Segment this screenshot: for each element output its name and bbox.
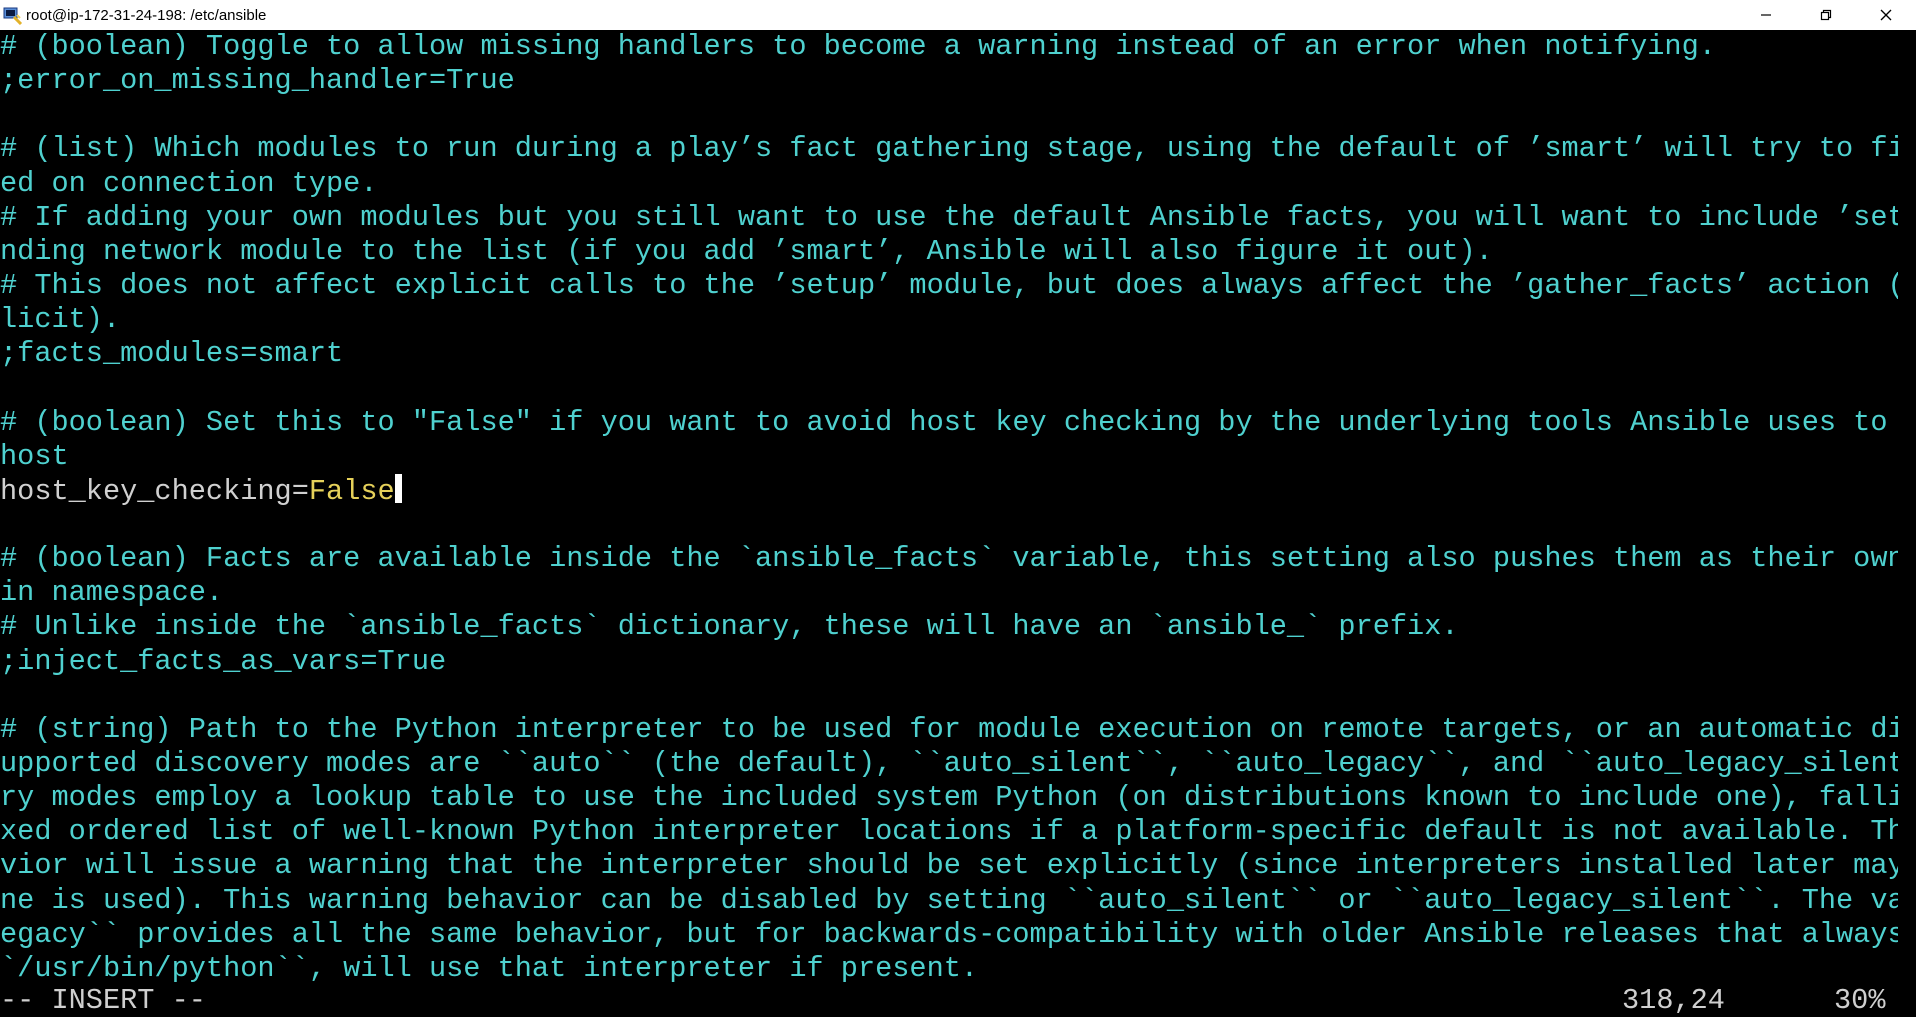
buffer-line: ne is used). This warning behavior can b… (0, 883, 1898, 917)
buffer-line (0, 371, 1898, 405)
buffer-line: # (boolean) Facts are available inside t… (0, 542, 1898, 576)
scrollbar[interactable] (1898, 30, 1916, 997)
buffer-line: ;facts_modules=smart (0, 337, 344, 371)
cursor-position: 318,24 (1622, 984, 1725, 1017)
buffer-line: ry modes employ a lookup table to use th… (0, 781, 1898, 815)
active-config-line[interactable]: host_key_checking=False (0, 473, 1898, 508)
config-equals: = (291, 474, 309, 508)
buffer-line: # If adding your own modules but you sti… (0, 200, 1898, 234)
buffer-line: ed on connection type. (0, 166, 378, 200)
buffer-line: # (string) Path to the Python interprete… (0, 712, 1898, 746)
buffer-line: xed ordered list of well-known Python in… (0, 815, 1898, 849)
restore-icon[interactable] (1796, 0, 1856, 30)
minimize-icon[interactable] (1736, 0, 1796, 30)
vim-editor-buffer[interactable]: # (boolean) Toggle to allow missing hand… (0, 30, 1898, 997)
buffer-line (0, 508, 1898, 542)
window-controls (1736, 0, 1916, 30)
config-key: host_key_checking (0, 474, 292, 508)
buffer-line (0, 98, 1898, 132)
buffer-line: ;inject_facts_as_vars=True (0, 644, 447, 678)
close-icon[interactable] (1856, 0, 1916, 30)
buffer-line: # (list) Which modules to run during a p… (0, 132, 1898, 166)
buffer-line: vior will issue a warning that the inter… (0, 849, 1898, 883)
buffer-line: egacy`` provides all the same behavior, … (0, 917, 1898, 951)
buffer-line: # This does not affect explicit calls to… (0, 268, 1898, 302)
title-bar[interactable]: root@ip-172-31-24-198: /etc/ansible (0, 0, 1916, 30)
buffer-line: # Unlike inside the `ansible_facts` dict… (0, 610, 1459, 644)
buffer-line: `/usr/bin/python``, will use that interp… (0, 951, 979, 985)
buffer-line (0, 679, 1898, 713)
buffer-line: nding network module to the list (if you… (0, 234, 1493, 268)
buffer-line: # (boolean) Toggle to allow missing hand… (0, 30, 1716, 63)
putty-terminal-icon[interactable] (2, 4, 24, 26)
window-title: root@ip-172-31-24-198: /etc/ansible (26, 6, 267, 24)
text-cursor (394, 473, 402, 503)
vim-status-line: -- INSERT -- 318,24 30% (0, 985, 1898, 1017)
buffer-line: host (0, 439, 69, 473)
config-value: False (308, 474, 395, 508)
buffer-line: ;error_on_missing_handler=True (0, 64, 515, 98)
buffer-line: upported discovery modes are ``auto`` (t… (0, 746, 1898, 780)
mode-indicator: -- INSERT -- (0, 984, 206, 1017)
scroll-percent: 30% (1834, 984, 1886, 1017)
buffer-line: # (boolean) Set this to ″False″ if you w… (0, 405, 1888, 439)
buffer-line: licit). (0, 303, 121, 337)
buffer-line: in namespace. (0, 576, 224, 610)
